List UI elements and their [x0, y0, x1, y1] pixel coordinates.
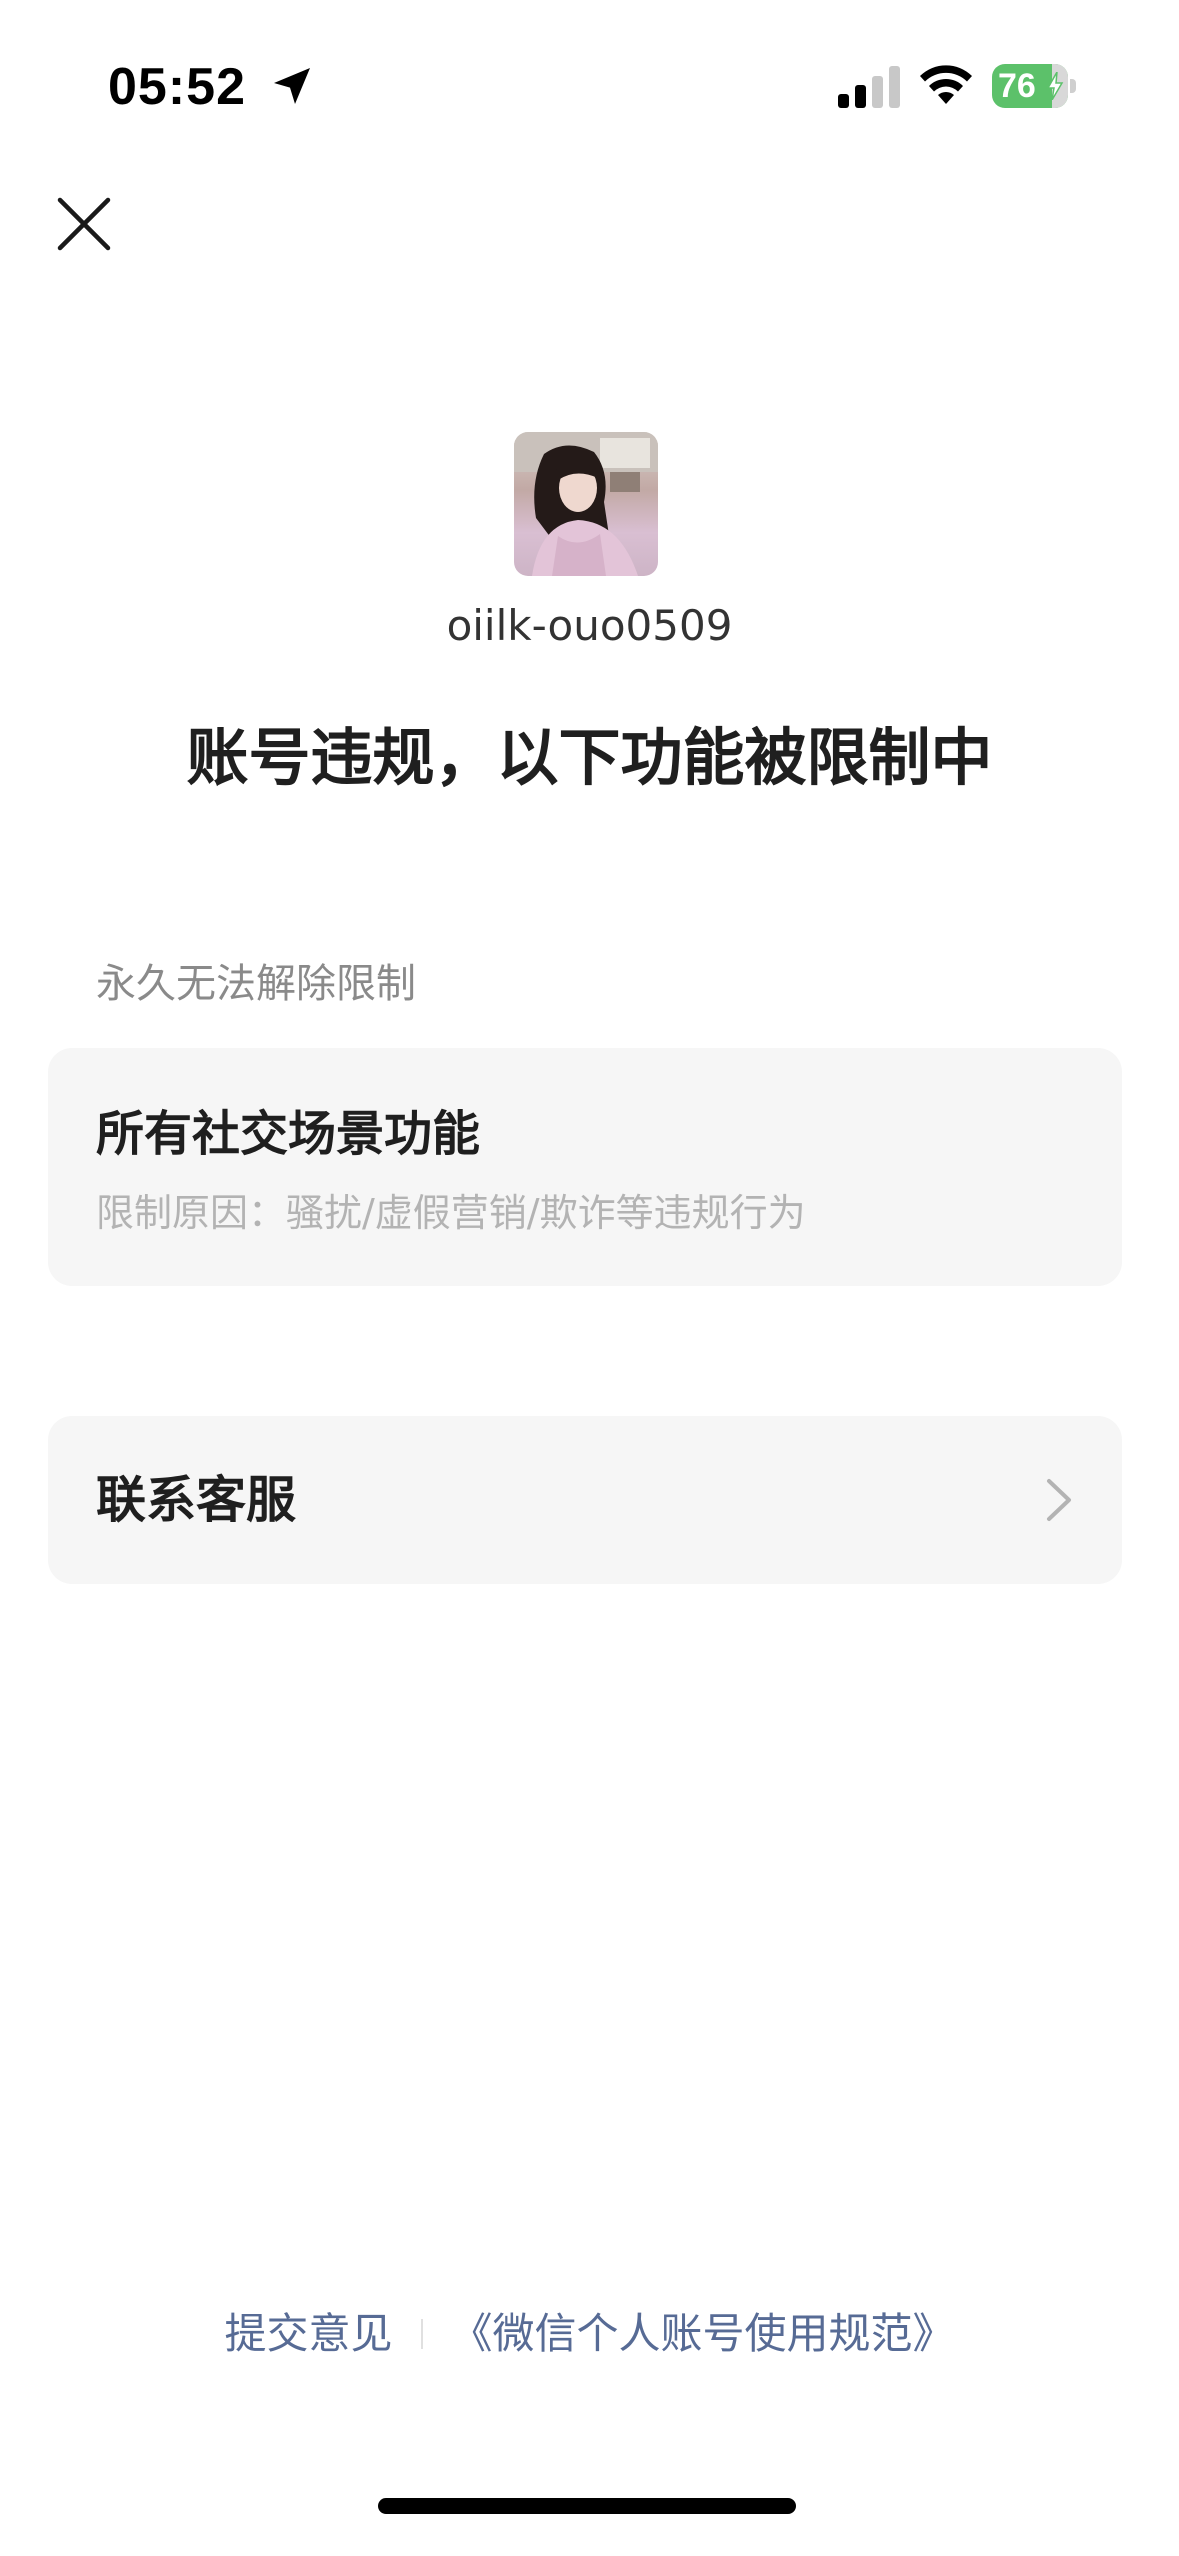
wifi-icon	[920, 65, 972, 104]
restriction-title: 所有社交场景功能	[96, 1106, 481, 1162]
location-arrow-icon	[274, 68, 310, 104]
policy-link[interactable]: 《微信个人账号使用规范》	[451, 2304, 955, 2364]
restriction-reason: 限制原因：骚扰/虚假营销/欺诈等违规行为	[96, 1191, 806, 1235]
battery-indicator: 76	[992, 64, 1078, 108]
footer-divider	[420, 2319, 423, 2349]
close-icon[interactable]	[56, 196, 112, 252]
status-time: 05:52	[108, 58, 246, 116]
battery-cap	[1070, 79, 1076, 93]
home-indicator[interactable]	[378, 2498, 796, 2514]
contact-support-button[interactable]: 联系客服	[48, 1416, 1122, 1584]
battery-level: 76	[998, 67, 1036, 105]
signal-icon	[838, 66, 900, 108]
username: oiilk-ouo0509	[446, 601, 733, 650]
contact-support-label: 联系客服	[96, 1471, 296, 1529]
charging-bolt-icon	[1046, 72, 1064, 100]
restriction-card: 所有社交场景功能 限制原因：骚扰/虚假营销/欺诈等违规行为	[48, 1048, 1122, 1286]
chevron-right-icon	[1047, 1479, 1071, 1521]
section-label: 永久无法解除限制	[96, 961, 416, 1007]
avatar-image	[514, 432, 658, 576]
feedback-link[interactable]: 提交意见	[224, 2304, 392, 2364]
footer-links: 提交意见 《微信个人账号使用规范》	[0, 2304, 1179, 2364]
page-title: 账号违规，以下功能被限制中	[186, 721, 993, 794]
avatar	[514, 432, 658, 576]
